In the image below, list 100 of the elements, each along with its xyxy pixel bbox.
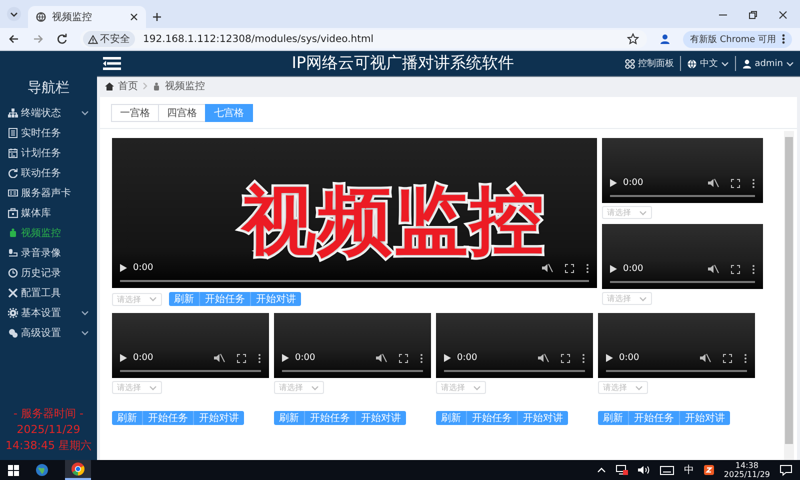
sidebar-item[interactable]: 配置工具 [0,283,97,303]
muted-icon[interactable] [708,178,719,188]
keyboard-icon[interactable] [660,466,674,474]
more-icon[interactable] [744,354,747,362]
sidebar-item[interactable]: 高级设置 [0,323,97,343]
new-tab-icon[interactable] [152,12,162,22]
browser-tab[interactable]: 视频监控 [28,6,146,28]
video-player[interactable]: 0:00 [112,313,269,378]
back-icon[interactable] [8,33,20,45]
video-player[interactable]: 0:00 [598,313,755,378]
play-icon[interactable] [120,264,127,272]
speaker-icon[interactable] [638,465,650,475]
muted-icon[interactable] [376,353,387,363]
muted-icon[interactable] [700,353,711,363]
sidebar-item[interactable]: 基本设置 [0,303,97,323]
layout-tab[interactable]: 四宫格 [158,104,206,122]
chevron-icon [639,210,647,216]
tab-title: 视频监控 [52,10,93,24]
sidebar-title: 导航栏 [26,79,70,97]
video-player[interactable]: 0:00 [602,224,763,289]
video-player[interactable]: 0:00 [436,313,593,378]
taskbar-app[interactable] [65,460,91,480]
play-icon[interactable] [120,354,127,362]
server-time-heading: - 服务器时间 - [14,406,84,422]
play-icon[interactable] [444,354,451,362]
security-chip[interactable]: 不安全 [83,31,135,47]
windows-icon[interactable] [8,464,19,476]
video-time: 0:00 [619,353,640,363]
muted-icon[interactable] [214,353,225,363]
list-icon [8,128,18,138]
card-icon [8,188,18,198]
more-icon[interactable] [258,354,261,362]
caret-icon[interactable] [596,467,606,473]
app-title: IP网络云可视广播对讲系统软件 [290,53,516,74]
fullscreen-icon[interactable] [237,354,246,362]
video-player[interactable]: 0:00 [274,313,431,378]
breadcrumb-item[interactable]: 视频监控 [165,79,205,93]
close-icon[interactable] [130,13,138,21]
sidebar-item[interactable]: 计划任务 [0,143,97,163]
fullscreen-icon[interactable] [565,264,574,272]
chevron-icon [149,296,157,302]
more-icon[interactable] [586,264,589,272]
ime-indicator[interactable]: 中 [684,463,694,477]
restore-icon[interactable] [748,10,758,20]
chevron-icon [639,296,647,302]
more-icon [782,34,785,44]
fullscreen-icon[interactable] [731,178,740,188]
sidebar-item[interactable]: 服务器声卡 [0,183,97,203]
breadcrumb-item[interactable]: 首页 [118,79,138,93]
fullscreen-icon[interactable] [731,264,740,274]
chevron-icon [311,384,319,390]
sidebar-item[interactable]: 联动任务 [0,163,97,183]
fullscreen-icon[interactable] [561,354,570,362]
more-icon[interactable] [752,178,755,188]
app-tray-icon[interactable] [704,465,714,475]
network-icon[interactable] [616,465,628,475]
more-icon[interactable] [752,264,755,274]
calendar-icon [8,148,18,158]
user-icon [742,58,752,68]
sidebar-item[interactable]: 实时任务 [0,123,97,143]
sidebar-item[interactable]: 历史记录 [0,263,97,283]
gear-icon [8,308,18,318]
muted-icon[interactable] [538,353,549,363]
fullscreen-icon[interactable] [399,354,408,362]
video-player[interactable]: 0:00 [602,138,763,203]
play-icon[interactable] [282,354,289,362]
header-link[interactable]: admin [742,58,794,68]
globe-icon [686,58,697,68]
fullscreen-icon[interactable] [723,354,732,362]
header-link[interactable]: 中文 [686,57,729,70]
url-text[interactable]: 192.168.1.112:12308/modules/sys/video.html [143,34,374,44]
notification-icon[interactable] [780,464,792,476]
play-icon[interactable] [606,354,613,362]
chevron-icon [635,384,643,390]
video-time: 0:00 [623,264,644,274]
scrollbar[interactable] [784,131,794,460]
sidebar-item[interactable]: 录音录像 [0,243,97,263]
menu-icon[interactable] [103,57,121,70]
bookmark-star-icon[interactable] [626,33,639,45]
more-icon[interactable] [420,354,423,362]
update-button[interactable]: 有新版 Chrome 可用 [682,30,792,48]
video-time: 0:00 [133,353,154,363]
play-icon[interactable] [610,265,617,273]
reload-icon[interactable] [56,33,68,45]
globe-icon [35,463,49,477]
video-time: 0:00 [457,353,478,363]
sidebar-item[interactable]: 媒体库 [0,203,97,223]
taskbar-clock[interactable]: 14:38 2025/11/29 [724,461,770,479]
forward-icon[interactable] [32,33,44,45]
muted-icon[interactable] [542,263,553,273]
profile-icon[interactable] [658,33,671,45]
play-icon[interactable] [610,179,617,187]
tab-list-icon[interactable] [6,6,22,22]
header-link[interactable]: 控制面板 [624,57,674,70]
sidebar-item[interactable]: 终端状态 [0,103,97,123]
layout-tab[interactable]: 一宫格 [111,104,159,122]
sidebar-item[interactable]: 视频监控 [0,223,97,243]
muted-icon[interactable] [708,264,719,274]
close-icon[interactable] [778,10,788,20]
more-icon[interactable] [582,354,585,362]
